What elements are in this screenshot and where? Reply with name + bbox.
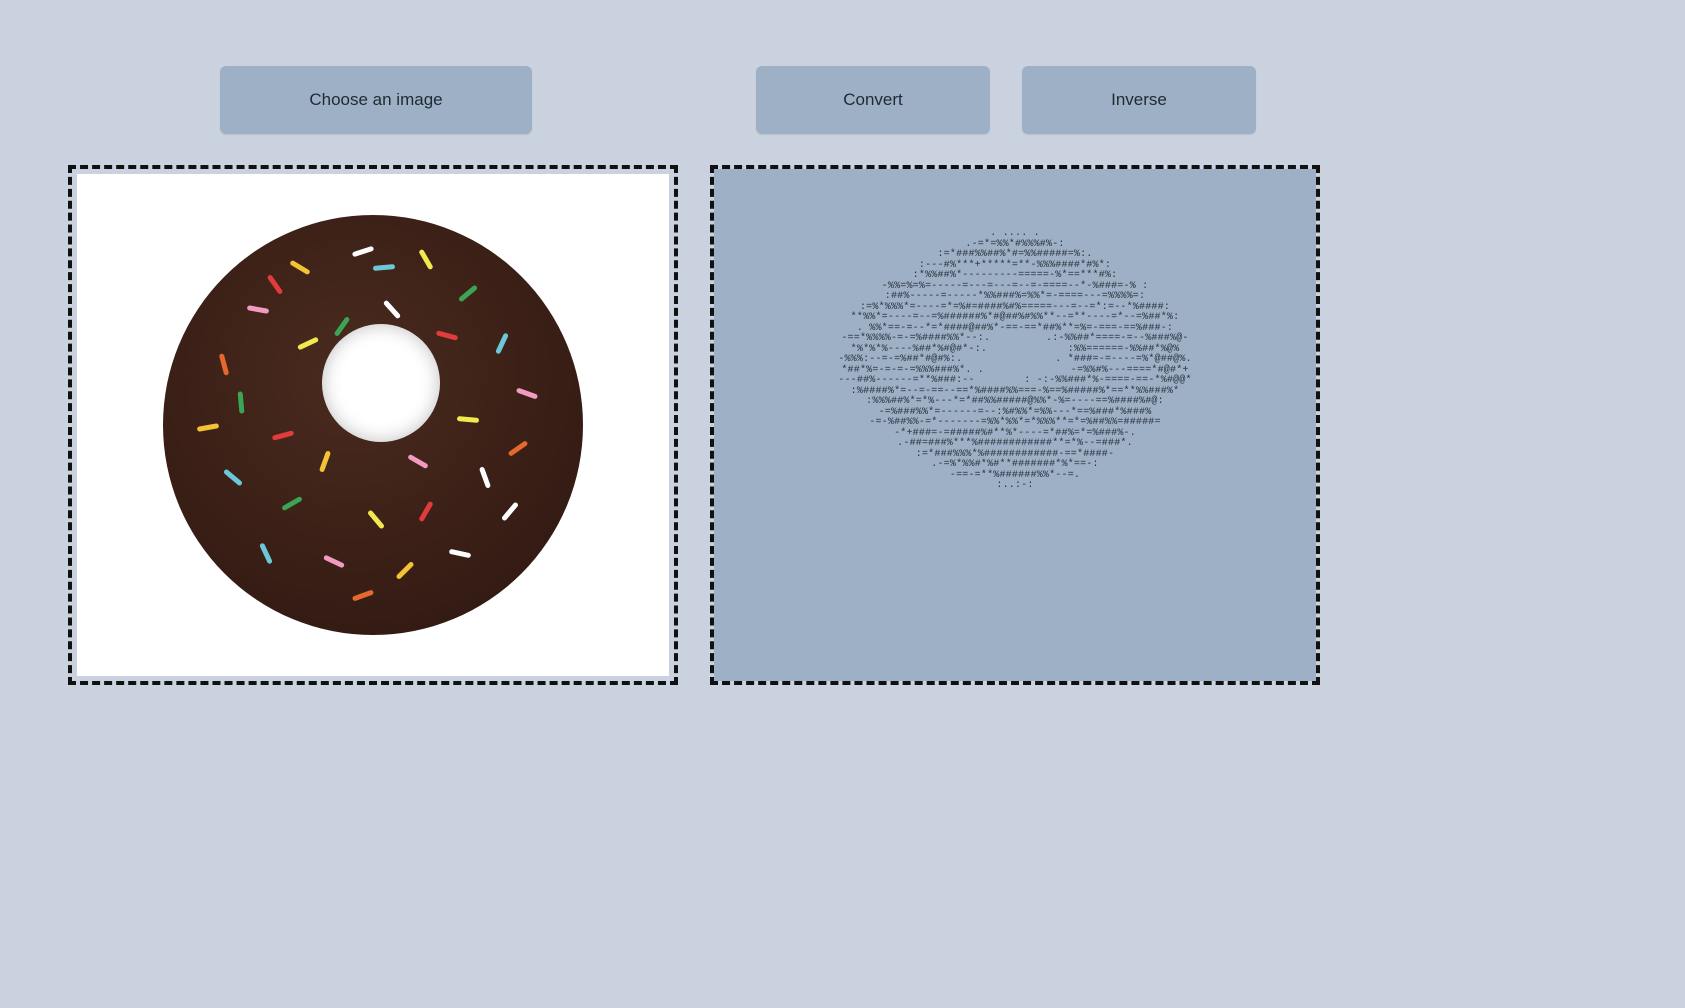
panels-row: . .... . .-=*=%%*#%%%#%-: :=*###%%##%*#=… bbox=[68, 165, 1320, 685]
ascii-output-panel: . .... . .-=*=%%*#%%%#%-: :=*###%%##%*#=… bbox=[710, 165, 1320, 685]
image-preview-panel[interactable] bbox=[68, 165, 678, 685]
ascii-art-text: . .... . .-=*=%%*#%%%#%-: :=*###%%##%*#=… bbox=[838, 229, 1191, 492]
inverse-label: Inverse bbox=[1111, 90, 1167, 110]
convert-label: Convert bbox=[843, 90, 903, 110]
inverse-button[interactable]: Inverse bbox=[1022, 66, 1256, 134]
donut-image bbox=[163, 215, 583, 635]
choose-image-label: Choose an image bbox=[309, 90, 442, 110]
ascii-output-box: . .... . .-=*=%%*#%%%#%-: :=*###%%##%*#=… bbox=[714, 169, 1316, 681]
convert-button[interactable]: Convert bbox=[756, 66, 990, 134]
donut-hole bbox=[322, 324, 440, 442]
choose-image-button[interactable]: Choose an image bbox=[220, 66, 532, 134]
image-preview bbox=[77, 174, 669, 676]
app-root: Choose an image Convert Inverse bbox=[0, 0, 1685, 1008]
